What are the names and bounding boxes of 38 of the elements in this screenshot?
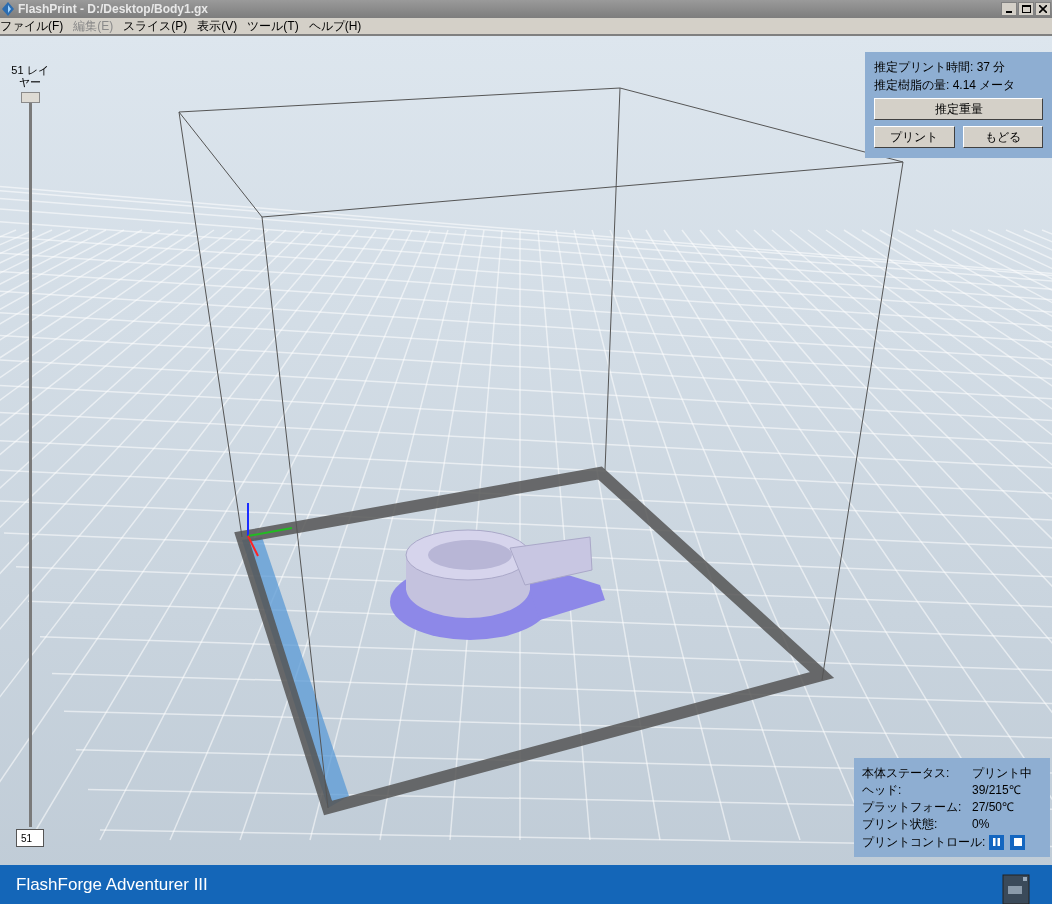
stop-button[interactable] [1010, 834, 1026, 850]
stop-icon [1013, 838, 1022, 846]
status-value: 39/215℃ [972, 781, 1021, 799]
menu-item[interactable]: ヘルプ(H) [303, 17, 367, 35]
menu-item[interactable]: スライス(P) [118, 17, 193, 35]
pause-icon [993, 838, 1001, 846]
minimize-button[interactable] [1001, 2, 1017, 16]
status-label: プリントコントロール: [862, 834, 986, 851]
status-value: プリント中 [972, 764, 1032, 782]
status-label: プリント状態: [862, 815, 939, 833]
slider-thumb[interactable] [20, 92, 40, 103]
app-logo-icon [2, 2, 14, 16]
menu-item[interactable]: ツール(T) [242, 17, 304, 35]
menu-item[interactable]: 表示(V) [192, 17, 243, 35]
estimate-text: 推定プリント時間: 37 分 [874, 59, 1007, 76]
pause-button[interactable] [989, 834, 1005, 850]
maximize-icon [1021, 5, 1031, 13]
layer-number-field[interactable]: 51 [16, 829, 44, 847]
menu-item[interactable]: ファイル(F) [0, 17, 69, 35]
estimate-text: 推定樹脂の量: 4.14 メータ [874, 77, 1017, 94]
layer-count-label: 51 レイヤー [10, 64, 50, 88]
minimize-icon [1006, 11, 1012, 13]
status-value: 0% [972, 815, 990, 833]
status-label: 本体ステータス: [862, 764, 951, 782]
close-button[interactable] [1035, 2, 1051, 16]
printer-name: FlashForge Adventurer III [16, 873, 208, 896]
window-title: FlashPrint - D:/Desktop/Body1.gx [18, 1, 209, 18]
weight-estimate-button[interactable]: 推定重量 [874, 98, 1043, 120]
back-button[interactable]: もどる [962, 126, 1043, 148]
status-value: 27/50℃ [972, 798, 1015, 816]
status-label: ヘッド: [862, 781, 903, 799]
printer-icon [1002, 873, 1030, 904]
status-label: プラットフォーム: [862, 798, 963, 816]
maximize-button[interactable] [1018, 2, 1034, 16]
axis-gizmo-icon [247, 502, 293, 557]
print-button[interactable]: プリント [874, 126, 955, 148]
layer-slider[interactable] [20, 92, 40, 827]
close-icon [1039, 5, 1047, 13]
